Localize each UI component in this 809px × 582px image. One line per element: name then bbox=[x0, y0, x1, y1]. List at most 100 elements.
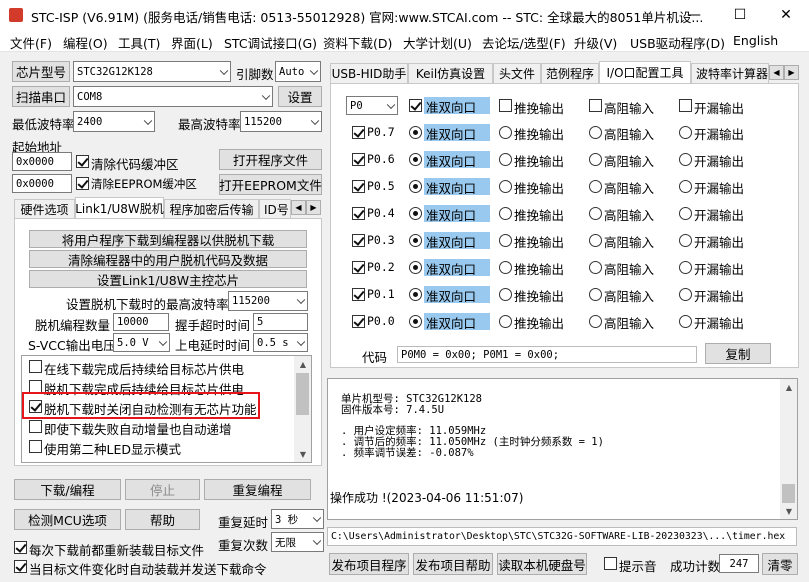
pin-mode-radio-p0-4-pushpull[interactable] bbox=[499, 207, 512, 220]
pin-mode-radio-p0-2-quasi[interactable] bbox=[409, 261, 422, 274]
pin-mode-radio-p0-0-highz[interactable] bbox=[589, 315, 602, 328]
menu-usb-driver[interactable]: USB驱动程序(D) bbox=[630, 33, 725, 52]
pin-mode-radio-p0-4-quasi[interactable] bbox=[409, 207, 422, 220]
pin-mode-radio-p0-2-opendrain[interactable] bbox=[679, 261, 692, 274]
clear-code-checkbox[interactable] bbox=[76, 155, 89, 168]
tab-usb-hid[interactable]: USB-HID助手 bbox=[330, 63, 408, 83]
pin-mode-radio-p0-0-opendrain[interactable] bbox=[679, 315, 692, 328]
pin-mode-radio-p0-7-quasi[interactable] bbox=[409, 126, 422, 139]
port-group-select[interactable]: P0 bbox=[346, 96, 398, 115]
pin-mode-radio-p0-1-opendrain[interactable] bbox=[679, 288, 692, 301]
pin-mode-radio-p0-4-opendrain[interactable] bbox=[679, 207, 692, 220]
header-mode-checkbox-opendrain[interactable] bbox=[679, 99, 692, 112]
chip-type-button[interactable]: 芯片型号 bbox=[12, 61, 70, 82]
reload-before-download-checkbox[interactable] bbox=[14, 541, 27, 554]
scrollbar-thumb[interactable] bbox=[782, 484, 795, 503]
pin-mode-radio-p0-5-highz[interactable] bbox=[589, 180, 602, 193]
read-disk-id-button[interactable]: 读取本机硬盘号 bbox=[497, 553, 587, 575]
scroll-up-icon[interactable]: ▲ bbox=[781, 379, 797, 395]
repeat-program-button[interactable]: 重复编程 bbox=[204, 479, 311, 500]
stop-button[interactable]: 停止 bbox=[125, 479, 200, 500]
menu-university[interactable]: 大学计划(U) bbox=[403, 33, 472, 52]
menu-upgrade[interactable]: 升级(V) bbox=[574, 33, 617, 52]
pin-mode-radio-p0-2-pushpull[interactable] bbox=[499, 261, 512, 274]
pin-count-select[interactable]: Auto bbox=[275, 61, 321, 82]
scroll-down-icon[interactable]: ▼ bbox=[781, 503, 797, 519]
svcc-voltage-select[interactable]: 5.0 V bbox=[113, 333, 170, 352]
offline-max-baud-select[interactable]: 115200 bbox=[228, 291, 308, 311]
tab-baud-calc[interactable]: 波特率计算器 bbox=[691, 63, 769, 83]
handshake-timeout-input[interactable]: 5 bbox=[253, 313, 308, 331]
chip-type-select[interactable]: STC32G12K128 bbox=[73, 61, 231, 82]
header-mode-checkbox-highz[interactable] bbox=[589, 99, 602, 112]
pin-mode-radio-p0-6-quasi[interactable] bbox=[409, 153, 422, 166]
pin-mode-radio-p0-6-pushpull[interactable] bbox=[499, 153, 512, 166]
pin-mode-radio-p0-7-pushpull[interactable] bbox=[499, 126, 512, 139]
close-button[interactable]: ✕ bbox=[763, 0, 809, 30]
menu-download[interactable]: 资料下载(D) bbox=[323, 33, 392, 52]
download-program-button[interactable]: 下载/编程 bbox=[14, 479, 121, 500]
help-button[interactable]: 帮助 bbox=[125, 509, 200, 530]
option-checkbox-5[interactable] bbox=[29, 440, 42, 453]
pin-mode-radio-p0-1-pushpull[interactable] bbox=[499, 288, 512, 301]
code-output[interactable]: P0M0 = 0x00; P0M1 = 0x00; bbox=[397, 346, 697, 363]
clear-programmer-code-button[interactable]: 清除编程器中的用户脱机代码及数据 bbox=[29, 250, 307, 268]
min-baud-select[interactable]: 2400 bbox=[73, 111, 155, 132]
menu-forum[interactable]: 去论坛/选型(F) bbox=[482, 33, 566, 52]
publish-project-button[interactable]: 发布项目程序 bbox=[329, 553, 409, 575]
tab-keil-sim[interactable]: Keil仿真设置 bbox=[408, 63, 493, 83]
pin-mode-radio-p0-1-highz[interactable] bbox=[589, 288, 602, 301]
tab-io-config[interactable]: I/O口配置工具 bbox=[599, 61, 691, 83]
tab-link1-offline[interactable]: Link1/U8W脱机 bbox=[75, 197, 164, 219]
maximize-button[interactable]: ☐ bbox=[717, 0, 763, 30]
pin-mode-radio-p0-0-pushpull[interactable] bbox=[499, 315, 512, 328]
repeat-count-select[interactable]: 无限 bbox=[271, 532, 324, 552]
header-mode-checkbox-quasi[interactable] bbox=[409, 99, 422, 112]
pin-mode-radio-p0-5-quasi[interactable] bbox=[409, 180, 422, 193]
scrollbar-thumb[interactable] bbox=[296, 373, 309, 415]
pin-mode-radio-p0-6-highz[interactable] bbox=[589, 153, 602, 166]
menu-program[interactable]: 编程(O) bbox=[63, 33, 108, 52]
menu-debug[interactable]: STC调试接口(G) bbox=[224, 33, 317, 52]
tab-scroll-right-icon[interactable]: ▶ bbox=[784, 65, 799, 80]
tab-hardware-options[interactable]: 硬件选项 bbox=[14, 199, 75, 219]
pin-mode-radio-p0-4-highz[interactable] bbox=[589, 207, 602, 220]
beep-checkbox[interactable] bbox=[604, 557, 617, 570]
port-settings-button[interactable]: 设置 bbox=[278, 86, 322, 107]
pin-mode-radio-p0-0-quasi[interactable] bbox=[409, 315, 422, 328]
clear-eeprom-checkbox[interactable] bbox=[76, 177, 89, 190]
pin-mode-radio-p0-5-pushpull[interactable] bbox=[499, 180, 512, 193]
minimize-button[interactable]: — bbox=[671, 0, 717, 30]
copy-button[interactable]: 复制 bbox=[705, 343, 771, 364]
pin-mode-radio-p0-6-opendrain[interactable] bbox=[679, 153, 692, 166]
hex-file-path[interactable]: C:\Users\Administrator\Desktop\STC\STC32… bbox=[327, 527, 797, 546]
menu-english[interactable]: English bbox=[733, 33, 778, 48]
tab-scroll-left-icon[interactable]: ◀ bbox=[769, 65, 784, 80]
pin-mode-radio-p0-3-opendrain[interactable] bbox=[679, 234, 692, 247]
detect-mcu-button[interactable]: 检测MCU选项 bbox=[14, 509, 121, 530]
pin-enable-checkbox-p0-0[interactable] bbox=[352, 315, 365, 328]
pin-enable-checkbox-p0-4[interactable] bbox=[352, 207, 365, 220]
repeat-delay-select[interactable]: 3 秒 bbox=[271, 509, 324, 529]
header-mode-checkbox-pushpull[interactable] bbox=[499, 99, 512, 112]
pin-mode-radio-p0-3-quasi[interactable] bbox=[409, 234, 422, 247]
tab-encrypted-transfer[interactable]: 程序加密后传输 bbox=[164, 199, 259, 219]
publish-help-button[interactable]: 发布项目帮助 bbox=[413, 553, 493, 575]
pin-mode-radio-p0-2-highz[interactable] bbox=[589, 261, 602, 274]
start-addr-code-input[interactable]: 0x0000 bbox=[12, 152, 72, 171]
pin-mode-radio-p0-7-opendrain[interactable] bbox=[679, 126, 692, 139]
max-baud-select[interactable]: 115200 bbox=[240, 111, 322, 132]
pin-enable-checkbox-p0-6[interactable] bbox=[352, 153, 365, 166]
offline-count-input[interactable]: 10000 bbox=[113, 313, 169, 331]
pin-enable-checkbox-p0-2[interactable] bbox=[352, 261, 365, 274]
menu-file[interactable]: 文件(F) bbox=[10, 33, 52, 52]
pin-enable-checkbox-p0-1[interactable] bbox=[352, 288, 365, 301]
open-program-file-button[interactable]: 打开程序文件 bbox=[219, 149, 322, 170]
open-eeprom-file-button[interactable]: 打开EEPROM文件 bbox=[219, 174, 322, 195]
option-checkbox-1[interactable] bbox=[29, 360, 42, 373]
auto-load-checkbox[interactable] bbox=[14, 560, 27, 573]
scan-port-button[interactable]: 扫描串口 bbox=[12, 86, 70, 107]
menu-interface[interactable]: 界面(L) bbox=[171, 33, 213, 52]
clear-count-button[interactable]: 清零 bbox=[762, 553, 798, 575]
pin-mode-radio-p0-1-quasi[interactable] bbox=[409, 288, 422, 301]
